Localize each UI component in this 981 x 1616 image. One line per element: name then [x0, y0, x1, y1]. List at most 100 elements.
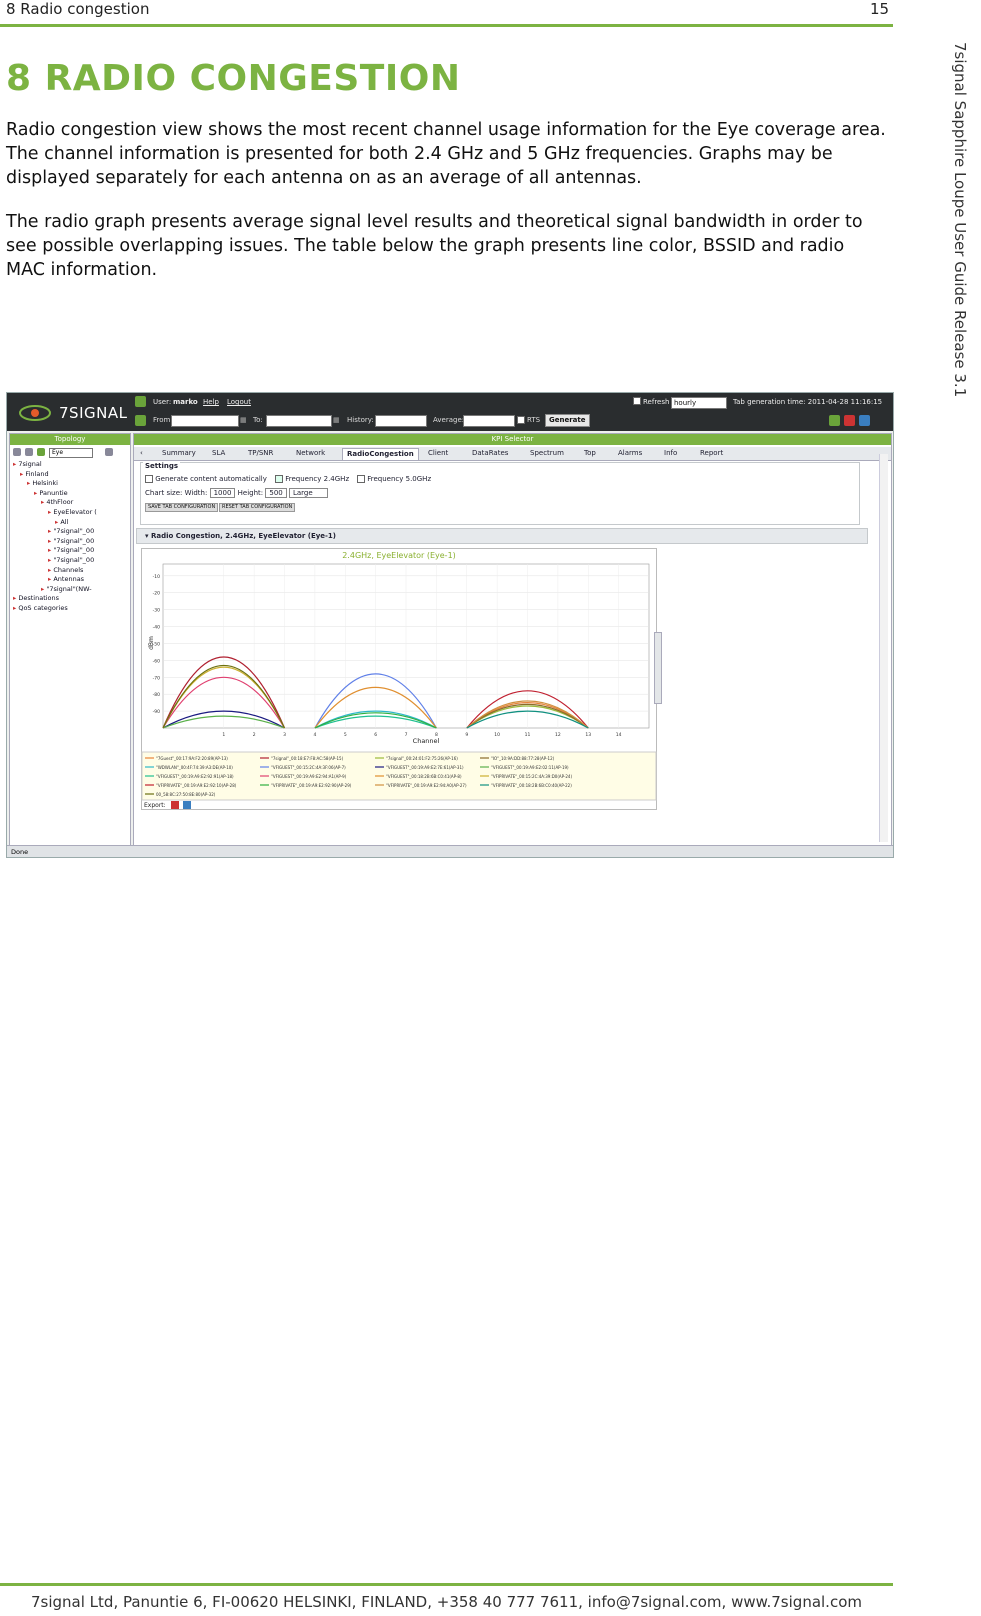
- tab-client[interactable]: Client: [424, 448, 452, 459]
- freq5-checkbox[interactable]: [357, 475, 365, 483]
- export-image-icon[interactable]: [183, 801, 191, 809]
- tab-tp-snr[interactable]: TP/SNR: [244, 448, 277, 459]
- tab-sla[interactable]: SLA: [208, 448, 229, 459]
- tab-summary[interactable]: Summary: [158, 448, 200, 459]
- help-link[interactable]: Help: [203, 398, 219, 406]
- tab-radiocongestion[interactable]: RadioCongestion: [342, 448, 419, 460]
- rts-checkbox[interactable]: [517, 416, 525, 424]
- reset-config-button[interactable]: RESET TAB CONFIGURATION: [219, 503, 296, 512]
- history-select[interactable]: [375, 415, 427, 427]
- x-tick-label: 9: [465, 732, 468, 738]
- brand-logo: 7SIGNAL: [19, 399, 131, 427]
- user-label: User:: [153, 398, 172, 406]
- generate-button[interactable]: Generate: [545, 414, 590, 427]
- average-select[interactable]: [463, 415, 515, 427]
- chapter-title: 8 RADIO CONGESTION: [6, 58, 461, 99]
- filter-tree-icon[interactable]: [105, 448, 113, 456]
- page-number: 15: [870, 0, 890, 18]
- side-title-text: 7signal Sapphire Loupe User Guide Releas…: [951, 42, 969, 398]
- history-label: History:: [347, 416, 374, 424]
- legend-entry: "VFIPRIVATE"_00:19:A9:E2:92:90(AP-29): [271, 783, 352, 788]
- tab-report[interactable]: Report: [696, 448, 727, 459]
- y-tick-label: -40: [153, 625, 160, 631]
- tree-node[interactable]: ▸ 7signal: [13, 460, 42, 468]
- section-title: Radio Congestion, 2.4GHz, EyeElevator (E…: [150, 532, 337, 540]
- refresh-select[interactable]: hourly: [671, 397, 727, 409]
- tree-node-label: All: [60, 517, 69, 526]
- save-config-button[interactable]: SAVE TAB CONFIGURATION: [145, 503, 219, 512]
- tab-scroll-left-icon[interactable]: ‹: [136, 448, 147, 459]
- x-tick-label: 7: [405, 732, 408, 738]
- tree-node[interactable]: ▸ Channels: [48, 566, 83, 574]
- legend-entry: "VFIPRIVATE"_00:19:A9:E2:92:10(AP-28): [156, 783, 237, 788]
- x-tick-label: 2: [253, 732, 256, 738]
- freq24-row: Frequency 2.4GHz: [275, 475, 349, 483]
- tree-node[interactable]: ▸ "7signal"_00: [48, 556, 94, 564]
- pdf-icon[interactable]: [844, 415, 855, 426]
- legend-entry: "VFIGUEST"_00:15:2C:4A:3F:06(AP-7): [271, 765, 346, 770]
- tab-network[interactable]: Network: [292, 448, 329, 459]
- x-tick-label: 10: [494, 732, 500, 738]
- freq24-checkbox[interactable]: [275, 475, 283, 483]
- side-title: 7signal Sapphire Loupe User Guide Releas…: [945, 42, 975, 412]
- width-input[interactable]: 1000: [209, 488, 236, 498]
- tab-spectrum[interactable]: Spectrum: [526, 448, 568, 459]
- generate-auto-checkbox[interactable]: [145, 475, 153, 483]
- main-scrollbar[interactable]: [879, 454, 888, 842]
- tree-node[interactable]: ▸ Helsinki: [27, 479, 58, 487]
- size-select[interactable]: Large: [288, 488, 328, 498]
- settings-title: Settings: [143, 462, 181, 470]
- tree-node[interactable]: ▸ EyeElevator (: [48, 508, 97, 516]
- topology-search[interactable]: Eye: [49, 448, 93, 458]
- legend-toggle-handle[interactable]: [654, 632, 662, 704]
- tree-node[interactable]: ▸ "7signal"_00: [48, 527, 94, 535]
- to-calendar-icon[interactable]: ▦: [333, 416, 340, 424]
- logout-link[interactable]: Logout: [227, 398, 251, 406]
- collapse-icon[interactable]: [25, 448, 33, 456]
- page-footer: 7signal Ltd, Panuntie 6, FI-00620 HELSIN…: [31, 1593, 862, 1611]
- tree-node[interactable]: ▸ QoS categories: [13, 604, 68, 612]
- tab-top[interactable]: Top: [580, 448, 600, 459]
- x-tick-label: 14: [616, 732, 622, 738]
- refresh-checkbox[interactable]: [633, 397, 641, 405]
- tree-node-label: 7signal: [18, 460, 42, 468]
- x-tick-label: 1: [222, 732, 225, 738]
- export-icon[interactable]: [859, 415, 870, 426]
- tree-node[interactable]: ▸ Panuntie: [34, 489, 68, 497]
- tree-node[interactable]: ▸ Destinations: [13, 594, 59, 602]
- tab-alarms[interactable]: Alarms: [614, 448, 646, 459]
- tree-node[interactable]: ▸ "7signal"(NW-: [41, 585, 92, 593]
- reload-icon[interactable]: [37, 448, 45, 456]
- tree-node[interactable]: ▸ Finland: [20, 470, 49, 478]
- x-tick-label: 4: [313, 732, 316, 738]
- to-input[interactable]: [266, 415, 332, 427]
- refresh-icon[interactable]: [829, 415, 840, 426]
- legend-entry: "VFIGUEST"_00:19:A9:E2:92:91(AP-18): [156, 774, 234, 779]
- from-input[interactable]: [171, 415, 239, 427]
- legend-entry: "VFIGUEST"_00:19:A9:E2:94:A1(AP-9): [271, 774, 347, 779]
- tree-node[interactable]: ▸ Antennas: [48, 575, 84, 583]
- expand-icon[interactable]: [13, 448, 21, 456]
- tree-node[interactable]: ▸ 4thFloor: [41, 498, 73, 506]
- paragraph-1: Radio congestion view shows the most rec…: [6, 120, 886, 188]
- logo-text: 7SIGNAL: [59, 404, 128, 422]
- legend-entry: "VFIGUEST"_00:19:A9:E2:02:11(AP-19): [491, 765, 569, 770]
- tab-info[interactable]: Info: [660, 448, 681, 459]
- legend-entry: "IO"_10:9A:DD:88:77:28(AP-12): [491, 756, 555, 761]
- x-tick-label: 12: [555, 732, 561, 738]
- x-tick-label: 3: [283, 732, 286, 738]
- tree-node[interactable]: ▸ "7signal"_00: [48, 546, 94, 554]
- tab-datarates[interactable]: DataRates: [468, 448, 512, 459]
- tree-node[interactable]: ▸ All: [55, 518, 68, 526]
- app-top-bar: 7SIGNAL User: marko Help Logout Refresh …: [7, 393, 893, 431]
- refresh-label: Refresh: [643, 398, 670, 406]
- tree-node-label: "7signal"_00: [53, 536, 95, 545]
- tree-node-label: "7signal"_00: [53, 546, 95, 555]
- export-pdf-icon[interactable]: [171, 801, 179, 809]
- tree-node[interactable]: ▸ "7signal"_00: [48, 537, 94, 545]
- height-input[interactable]: 500: [265, 488, 287, 498]
- tree-node-label: 4thFloor: [46, 498, 74, 507]
- from-calendar-icon[interactable]: ▦: [240, 416, 247, 424]
- generation-time: Tab generation time: 2011-04-28 11:16:15: [733, 398, 883, 406]
- radio-congestion-header[interactable]: ▾ Radio Congestion, 2.4GHz, EyeElevator …: [136, 528, 868, 544]
